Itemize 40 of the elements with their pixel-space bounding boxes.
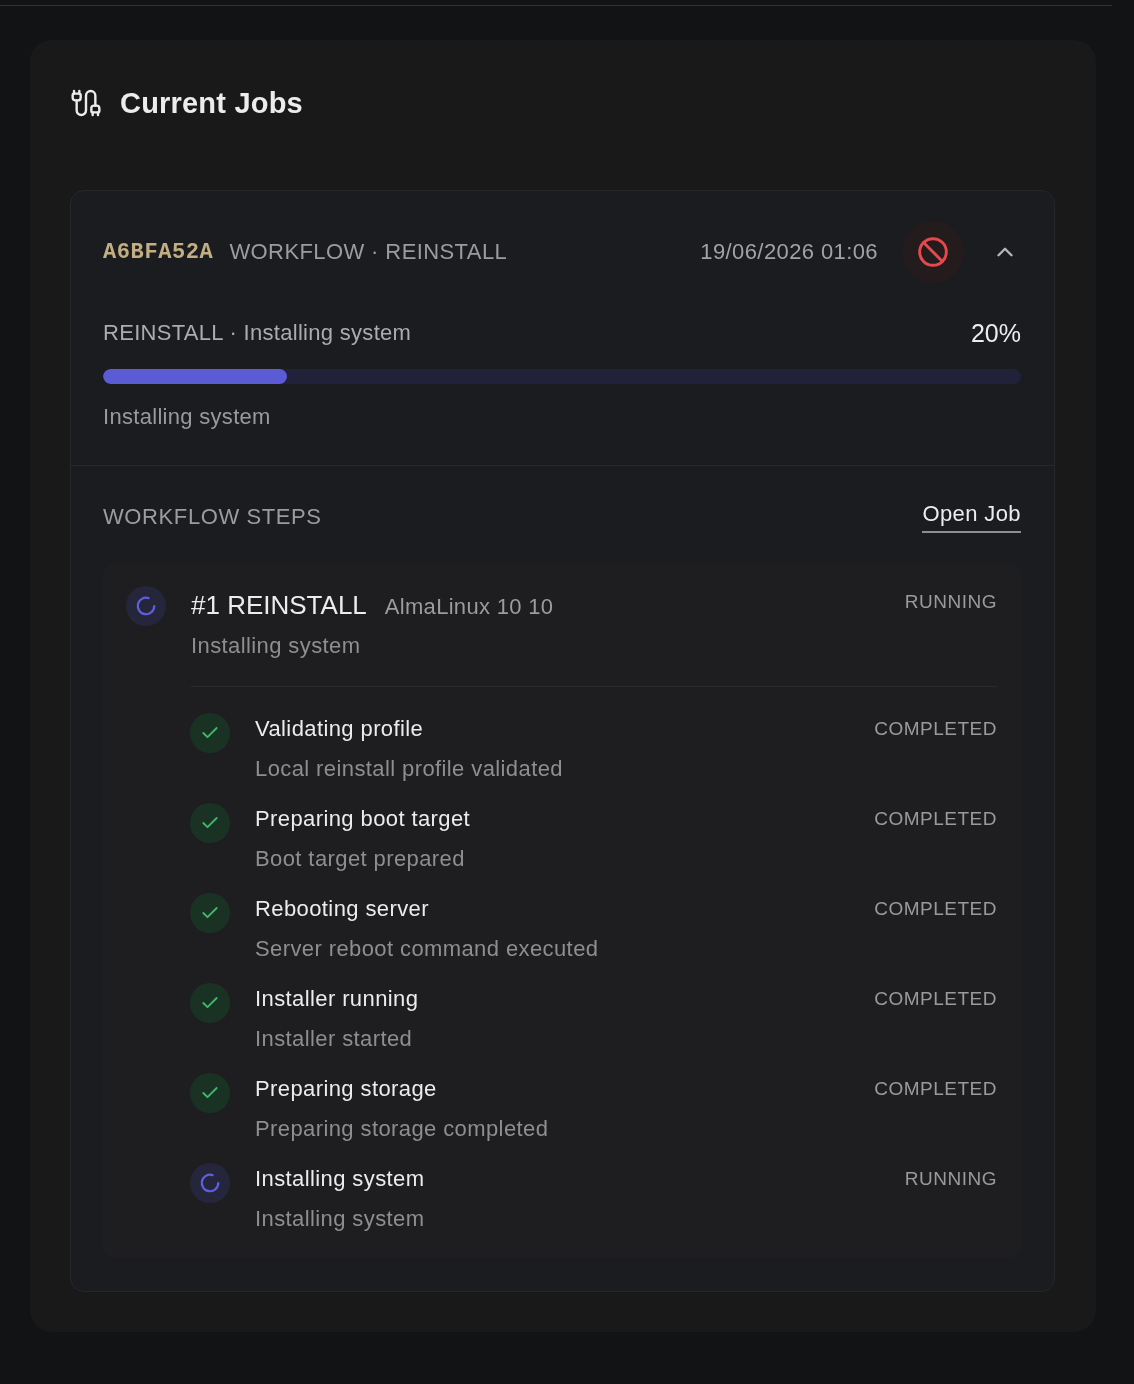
cable-icon: [70, 87, 102, 119]
open-job-link[interactable]: Open Job: [922, 501, 1021, 533]
step-title: #1 REINSTALL: [191, 590, 367, 621]
substep-message: Boot target prepared: [255, 845, 466, 873]
substep-status: COMPLETED: [874, 1077, 997, 1101]
progress-label: REINSTALL · Installing system: [103, 320, 412, 346]
job-type: WORKFLOW · REINSTALL: [229, 239, 508, 265]
substep-message: Installing system: [255, 1205, 426, 1233]
substep-message: Local reinstall profile validated: [255, 755, 564, 783]
check-icon: [190, 1073, 230, 1113]
substep-status: COMPLETED: [874, 807, 997, 831]
job-id: A6BFA52A: [103, 239, 214, 265]
substep-title: Installer running: [255, 985, 420, 1013]
progress-message: Installing system: [103, 403, 272, 431]
check-icon: [190, 803, 230, 843]
substep-title: Validating profile: [255, 715, 425, 743]
substep-status: RUNNING: [904, 1167, 997, 1191]
substep-status: COMPLETED: [874, 717, 997, 741]
step-message: Installing system: [191, 632, 362, 660]
substep-title: Preparing storage: [255, 1075, 438, 1103]
substep-message: Preparing storage completed: [255, 1115, 550, 1143]
substep-status: COMPLETED: [874, 897, 997, 921]
steps-heading: WORKFLOW STEPS: [103, 504, 322, 530]
step-detail: AlmaLinux 10 10: [384, 594, 554, 620]
substep-message: Server reboot command executed: [255, 935, 600, 963]
spinner-icon: [126, 586, 166, 626]
substep-message: Installer started: [255, 1025, 414, 1053]
progress-percent: 20%: [970, 318, 1021, 348]
check-icon: [190, 893, 230, 933]
check-icon: [190, 713, 230, 753]
ban-icon: [917, 236, 949, 268]
check-icon: [190, 983, 230, 1023]
substep-title: Installing system: [255, 1165, 426, 1193]
substep-title: Rebooting server: [255, 895, 430, 923]
job-date: 19/06/2026 01:06: [700, 239, 878, 265]
substep-status: COMPLETED: [874, 987, 997, 1011]
step-status: RUNNING: [904, 590, 997, 614]
panel-title: Current Jobs: [120, 86, 303, 121]
spinner-icon: [190, 1163, 230, 1203]
substep-title: Preparing boot target: [255, 805, 472, 833]
